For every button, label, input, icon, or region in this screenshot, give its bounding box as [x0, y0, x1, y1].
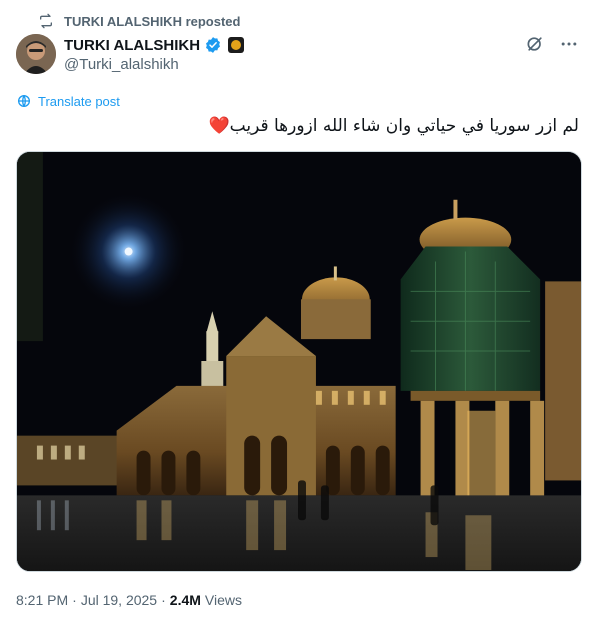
author-block[interactable]: TURKI ALALSHIKH @Turki_alalshikh [64, 35, 245, 73]
tweet-photo[interactable] [16, 151, 582, 572]
author-display-name[interactable]: TURKI ALALSHIKH [64, 37, 200, 54]
views-count[interactable]: 2.4M [170, 592, 201, 608]
translate-label[interactable]: Translate post [38, 94, 120, 109]
avatar[interactable] [16, 34, 56, 74]
post-meta: 8:21 PM · Jul 19, 2025 · 2.4M Views [16, 592, 242, 608]
repost-label: TURKI ALALSHIKH reposted [64, 13, 241, 29]
translate-post-link[interactable]: Translate post [16, 93, 120, 109]
repost-icon [40, 13, 52, 29]
views-label: Views [204, 592, 242, 608]
tweet-text: لم ازر سوريا في حياتي وان شاء الله ازوره… [208, 116, 579, 136]
affiliation-badge-icon[interactable] [228, 37, 245, 53]
more-options-icon[interactable] [559, 34, 579, 54]
post-date[interactable]: Jul 19, 2025 [81, 592, 157, 608]
grok-icon[interactable] [525, 34, 545, 54]
repost-header[interactable]: TURKI ALALSHIKH reposted [38, 12, 240, 30]
meta-separator: · [161, 592, 166, 608]
meta-separator: · [72, 592, 77, 608]
photo-umayyad-mosque-night [17, 152, 581, 571]
verified-badge-icon [206, 37, 221, 53]
author-handle[interactable]: @Turki_alalshikh [64, 56, 244, 73]
translate-icon [18, 95, 30, 107]
post-time[interactable]: 8:21 PM [16, 592, 68, 608]
